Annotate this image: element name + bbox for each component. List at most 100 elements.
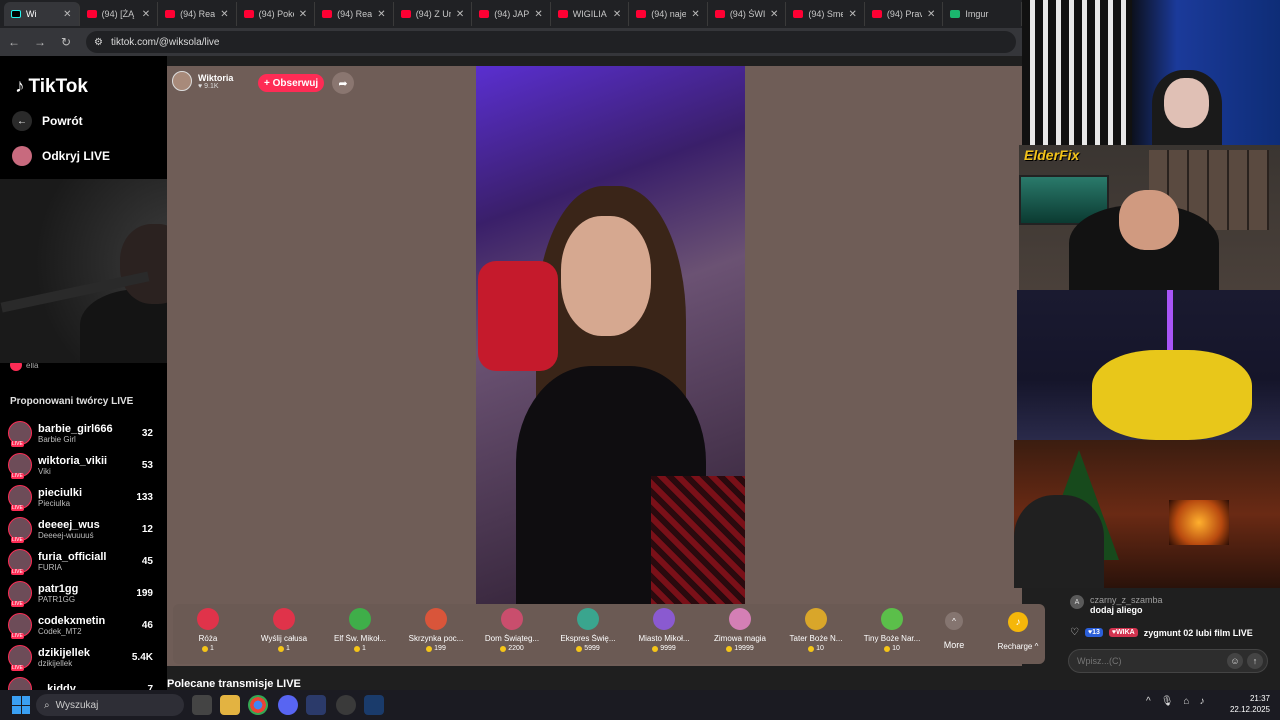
tab-strip: Wi ✕ (94) [ŻĄ ✕ (94) Real ✕ (94) Poke ✕ (94) Rea… [0, 0, 1022, 28]
close-tab-icon[interactable]: ✕ [377, 9, 385, 20]
viewer-count: 45 [141, 555, 153, 567]
send-icon[interactable]: ↑ [1247, 653, 1263, 669]
address-bar[interactable]: ⚙ tiktok.com/@wiksola/live [86, 31, 1016, 53]
creator-name: pieciulki [38, 486, 83, 499]
gift-item[interactable]: Skrzynka poc... 199 [401, 608, 471, 652]
browser-tab[interactable]: (94) Real ✕ [315, 2, 394, 26]
network-icon[interactable]: ⌂ [1183, 696, 1189, 707]
close-tab-icon[interactable]: ✕ [63, 9, 71, 20]
microphone-icon[interactable]: 🎙 [1161, 696, 1174, 707]
striped-wall [1022, 0, 1132, 145]
close-tab-icon[interactable]: ✕ [613, 9, 621, 20]
browser-tab[interactable]: (94) [ŻĄ ✕ [80, 2, 159, 26]
back-arrow-icon[interactable]: ← [8, 35, 20, 49]
gift-item[interactable]: Dom Świąteg... 2200 [477, 608, 547, 652]
browser-tab[interactable]: (94) ŚWI ✕ [708, 2, 787, 26]
more-gifts-button[interactable]: ^ More [940, 612, 968, 650]
chrome-icon[interactable] [248, 695, 268, 715]
viewer-count: 46 [141, 619, 153, 631]
taskbar-search[interactable]: ⌕ Wyszukaj [36, 694, 184, 716]
gift-item[interactable]: Elf Św. Mikoł... 1 [325, 608, 395, 652]
steam-icon[interactable] [364, 695, 384, 715]
live-video[interactable] [476, 66, 745, 606]
windows-start-icon[interactable] [12, 696, 30, 714]
gift-price-value: 10 [892, 645, 900, 652]
share-icon[interactable]: ➦ [332, 72, 354, 94]
viewer-count: 5.4K [131, 651, 153, 663]
creator-item[interactable]: barbie_girl666Barbie Girl 32 [8, 418, 153, 448]
chat-username[interactable]: czarny_z_szamba [1090, 595, 1163, 605]
creator-subtitle: Codek_MT2 [38, 626, 82, 636]
browser-tab[interactable]: (94) JAPO ✕ [472, 2, 551, 26]
tiktok-logo[interactable]: ♪ TikTok [15, 76, 88, 98]
coin-icon [652, 645, 659, 652]
clock[interactable]: 21:37 22.12.2025 [1222, 693, 1270, 715]
gift-name: Róża [198, 634, 218, 643]
gift-item[interactable]: Tiny Boże Nar... 10 [857, 608, 927, 652]
app-icon[interactable] [306, 695, 326, 715]
browser-tab[interactable]: Wi ✕ [4, 2, 80, 26]
browser-tab[interactable]: (94) Real ✕ [158, 2, 237, 26]
creator-item[interactable]: wiktoria_vikiiViki 53 [8, 450, 153, 480]
close-tab-icon[interactable]: ✕ [142, 9, 150, 20]
site-info-icon[interactable]: ⚙ [94, 37, 103, 48]
creator-name: codekxmetin [38, 614, 106, 627]
back-link[interactable]: ← Powrót [12, 111, 83, 131]
browser-tab[interactable]: (94) Sme ✕ [786, 2, 865, 26]
discord-icon[interactable] [278, 695, 298, 715]
recharge-button[interactable]: ♪ Recharge ^ [992, 612, 1044, 651]
creator-item[interactable]: patr1ggPATR1GG 199 [8, 578, 153, 608]
volume-icon[interactable]: ♪ [1199, 696, 1204, 707]
forward-arrow-icon[interactable]: → [34, 35, 46, 49]
close-tab-icon[interactable]: ✕ [927, 9, 935, 20]
youtube-icon [479, 10, 490, 18]
gift-name: Skrzynka poc... [408, 634, 464, 643]
url-text: tiktok.com/@wiksola/live [110, 36, 220, 48]
close-tab-icon[interactable]: ✕ [220, 9, 228, 20]
browser-tab[interactable]: (94) Poke ✕ [237, 2, 316, 26]
close-tab-icon[interactable]: ✕ [691, 9, 699, 20]
discover-live-link[interactable]: Odkryj LIVE [12, 146, 110, 166]
chat-input-box[interactable]: ☺ ↑ [1068, 649, 1268, 673]
creator-name: dzikijellek [38, 646, 90, 659]
creator-names: deeeej_wus Deeeej-wuuuuś [38, 519, 136, 540]
chat-text: zygmunt 02 lubi film LIVE [1143, 627, 1253, 638]
browser-tab[interactable]: (94) naje ✕ [629, 2, 708, 26]
tab-title: (94) Z Ur [415, 9, 451, 19]
gift-item[interactable]: Zimowa magia 19999 [705, 608, 775, 652]
gift-item[interactable]: Róża 1 [173, 608, 243, 652]
close-tab-icon[interactable]: ✕ [848, 9, 856, 20]
emoji-icon[interactable]: ☺ [1227, 653, 1243, 669]
tab-title: (94) naje [651, 9, 687, 19]
browser-tab[interactable]: WIGILIA ✕ [551, 2, 630, 26]
chevron-up-icon[interactable]: ^ [1146, 696, 1151, 707]
browser-tab[interactable]: (94) Prav ✕ [865, 2, 944, 26]
reload-icon[interactable]: ↻ [60, 35, 72, 49]
obs-icon[interactable] [336, 695, 356, 715]
gift-name: Dom Świąteg... [484, 634, 540, 643]
gift-item[interactable]: Ekspres Świę... 5999 [553, 608, 623, 652]
creator-item[interactable]: deeeej_wusDeeeej-wuuuuś 12 [8, 514, 153, 544]
coin-icon [278, 645, 285, 652]
close-tab-icon[interactable]: ✕ [770, 9, 778, 20]
gift-item[interactable]: Wyślij całusa 1 [249, 608, 319, 652]
gift-item[interactable]: Tater Boże N... 10 [781, 608, 851, 652]
host-info[interactable]: Wiktoria ♥ 9.1K [172, 71, 233, 91]
creator-item[interactable]: furia_officiallFURIA 45 [8, 546, 153, 576]
task-view-icon[interactable] [192, 695, 212, 715]
browser-tab[interactable]: Imgur [943, 2, 1022, 26]
chat-input[interactable] [1077, 656, 1223, 666]
close-tab-icon[interactable]: ✕ [299, 9, 307, 20]
webcam-yellow-hoodie [1017, 290, 1280, 440]
file-explorer-icon[interactable] [220, 695, 240, 715]
creator-item[interactable]: pieciulkiPieciulka 133 [8, 482, 153, 512]
creator-item[interactable]: dzikijellekdzikijellek 5.4K [8, 642, 153, 672]
creator-item[interactable]: codekxmetinCodek_MT2 46 [8, 610, 153, 640]
follow-button[interactable]: + Obserwuj [258, 74, 325, 92]
gift-item[interactable]: Miasto Mikoł... 9999 [629, 608, 699, 652]
close-tab-icon[interactable]: ✕ [534, 9, 542, 20]
discover-live-icon [12, 146, 32, 166]
close-tab-icon[interactable]: ✕ [456, 9, 464, 20]
gift-price-value: 1 [362, 645, 366, 652]
browser-tab[interactable]: (94) Z Ur ✕ [394, 2, 473, 26]
